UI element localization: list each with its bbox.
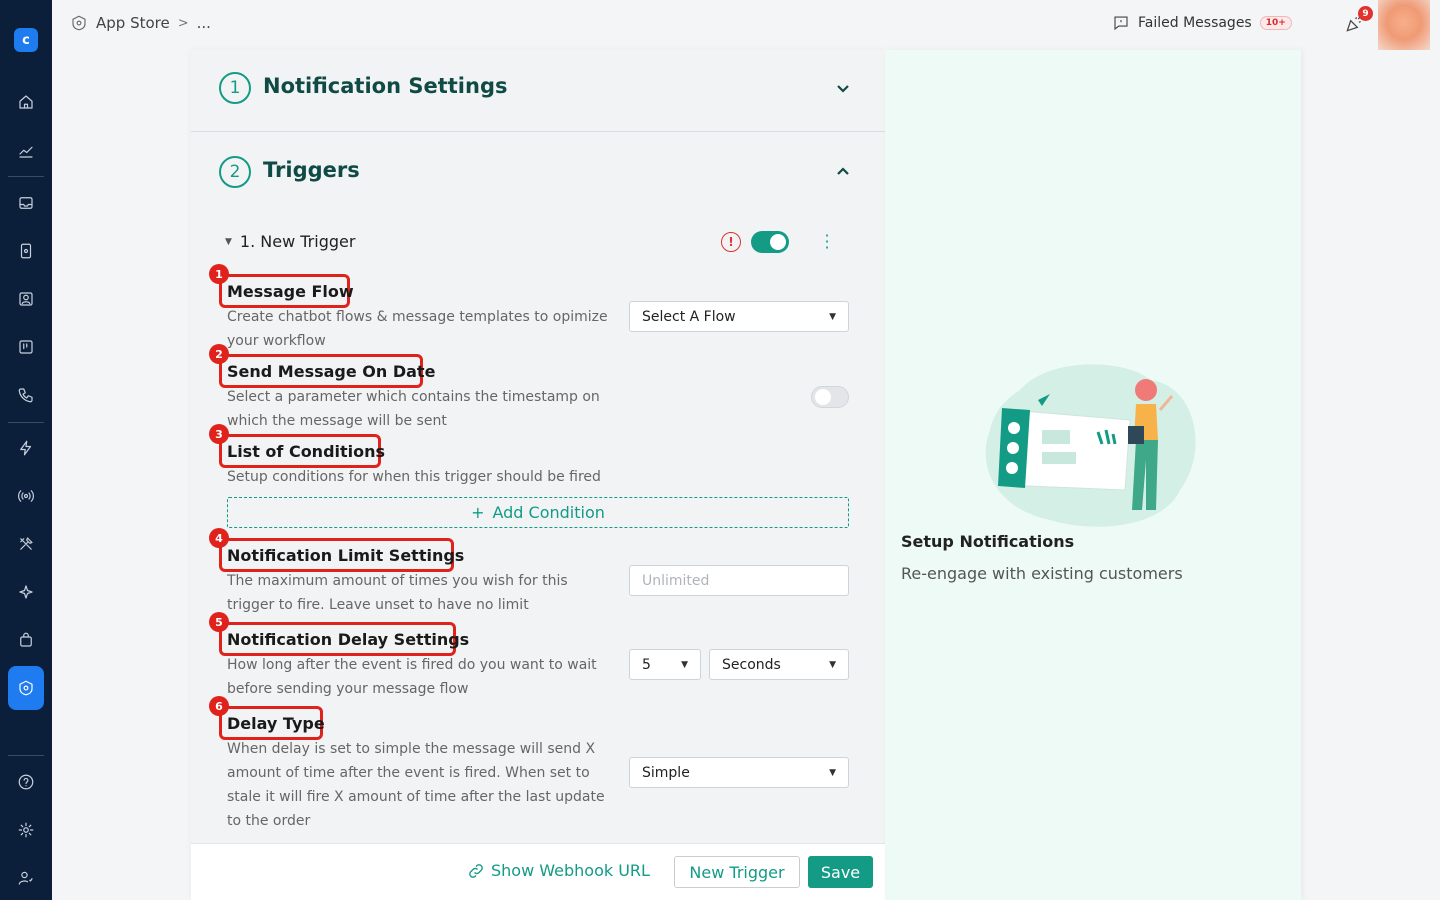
phone-icon[interactable] (14, 383, 38, 407)
top-bar: App Store > ... Failed Messages 10+ 9 (52, 0, 1440, 50)
setup-illustration (985, 364, 1196, 527)
marker-badge: 1 (209, 264, 229, 284)
announcements-button[interactable]: 9 (1344, 6, 1373, 36)
home-icon[interactable] (14, 90, 38, 114)
plus-icon: + (471, 503, 485, 522)
help-icon[interactable] (14, 770, 38, 794)
section-notification-settings[interactable]: 1 Notification Settings (191, 50, 885, 132)
automation-icon[interactable] (14, 436, 38, 460)
marker-badge: 3 (209, 424, 229, 444)
caret-down-icon: ▼ (829, 767, 836, 778)
tools-icon[interactable] (14, 532, 38, 556)
section-title: Triggers (263, 158, 360, 182)
caret-down-icon: ▼ (829, 659, 836, 670)
delay-desc: How long after the event is fired do you… (227, 657, 597, 697)
new-trigger-button[interactable]: New Trigger (674, 856, 800, 888)
delay-type-select[interactable]: Simple ▼ (629, 757, 849, 788)
send-on-date-title: Send Message On Date (227, 362, 436, 381)
flow-select-value: Select A Flow (642, 308, 736, 325)
delay-type-desc: When delay is set to simple the message … (227, 741, 605, 829)
marker-badge: 4 (209, 528, 229, 548)
marker-badge: 2 (209, 344, 229, 364)
failed-count-badge: 10+ (1259, 16, 1292, 30)
limit-title: Notification Limit Settings (227, 546, 465, 565)
chevron-up-icon[interactable] (835, 164, 851, 180)
trigger-header[interactable]: ▼ 1. New Trigger (225, 232, 355, 251)
delay-unit-select[interactable]: Seconds ▼ (709, 649, 849, 680)
sparkle-icon[interactable] (14, 580, 38, 604)
link-icon (469, 863, 483, 878)
delay-amount-select[interactable]: 5 ▼ (629, 649, 701, 680)
marker-badge: 5 (209, 612, 229, 632)
sidebar: c (0, 0, 52, 900)
app-store-icon (72, 15, 86, 31)
send-on-date-toggle[interactable] (811, 386, 849, 408)
caret-down-icon[interactable]: ▼ (225, 237, 232, 247)
settings-icon[interactable] (14, 818, 38, 842)
settings-card: 1 Notification Settings 2 Triggers ▼ 1. … (191, 50, 885, 900)
user-avatar[interactable] (1378, 0, 1430, 50)
limit-input[interactable]: Unlimited (629, 565, 849, 596)
section-number: 1 (219, 72, 251, 104)
trigger-name: 1. New Trigger (239, 232, 356, 251)
bag-icon[interactable] (14, 628, 38, 652)
delay-unit-value: Seconds (722, 656, 781, 673)
analytics-icon[interactable] (14, 139, 38, 163)
conditions-desc: Setup conditions for when this trigger s… (227, 469, 601, 485)
notification-count-badge: 9 (1358, 6, 1373, 21)
limit-desc: The maximum amount of times you wish for… (227, 573, 568, 613)
breadcrumb: App Store > ... (70, 14, 211, 32)
section-title: Notification Settings (263, 74, 508, 98)
sidebar-divider (8, 755, 44, 756)
send-on-date-desc: Select a parameter which contains the ti… (227, 389, 600, 429)
broadcast-icon[interactable] (14, 484, 38, 508)
message-flow-desc: Create chatbot flows & message templates… (227, 309, 608, 349)
chevron-down-icon[interactable] (835, 80, 851, 96)
card-footer: Show Webhook URL New Trigger Save (191, 843, 885, 900)
caret-down-icon: ▼ (829, 311, 836, 322)
setup-notifications-panel: Setup Notifications Re-engage with exist… (885, 50, 1301, 900)
tag-icon[interactable] (14, 239, 38, 263)
show-webhook-button[interactable]: Show Webhook URL (467, 861, 650, 880)
conditions-title: List of Conditions (227, 442, 386, 461)
user-settings-icon[interactable] (14, 866, 38, 890)
failed-messages-button[interactable]: Failed Messages 10+ (1112, 14, 1292, 32)
delay-type-title: Delay Type (227, 714, 325, 733)
panel-title: Setup Notifications (901, 532, 1075, 551)
message-alert-icon (1114, 16, 1128, 31)
save-button[interactable]: Save (808, 856, 873, 888)
app-store-icon[interactable] (14, 676, 38, 700)
add-condition-button[interactable]: + Add Condition (227, 497, 849, 528)
delay-title: Notification Delay Settings (227, 630, 470, 649)
failed-messages-label: Failed Messages (1138, 15, 1252, 31)
panel-subtitle: Re-engage with existing customers (901, 564, 1183, 583)
sidebar-divider (8, 422, 44, 423)
show-webhook-label: Show Webhook URL (491, 861, 650, 880)
inbox-icon[interactable] (14, 191, 38, 215)
app-logo[interactable]: c (14, 28, 38, 52)
warning-icon[interactable]: ! (721, 232, 741, 252)
delay-type-value: Simple (642, 764, 690, 781)
trigger-enabled-toggle[interactable] (751, 231, 789, 253)
message-flow-title: Message Flow (227, 282, 354, 301)
breadcrumb-separator: > (177, 15, 189, 31)
more-options-icon[interactable]: · · · (823, 228, 831, 256)
marker-badge: 6 (209, 696, 229, 716)
flow-select[interactable]: Select A Flow ▼ (629, 301, 849, 332)
caret-down-icon: ▼ (681, 659, 688, 670)
sidebar-divider (8, 176, 44, 177)
delay-amount-value: 5 (642, 656, 651, 673)
breadcrumb-root[interactable]: App Store (96, 14, 170, 32)
breadcrumb-current[interactable]: ... (197, 14, 211, 32)
board-icon[interactable] (14, 335, 38, 359)
contacts-icon[interactable] (14, 287, 38, 311)
section-number: 2 (219, 156, 251, 188)
add-condition-label: Add Condition (492, 503, 605, 522)
